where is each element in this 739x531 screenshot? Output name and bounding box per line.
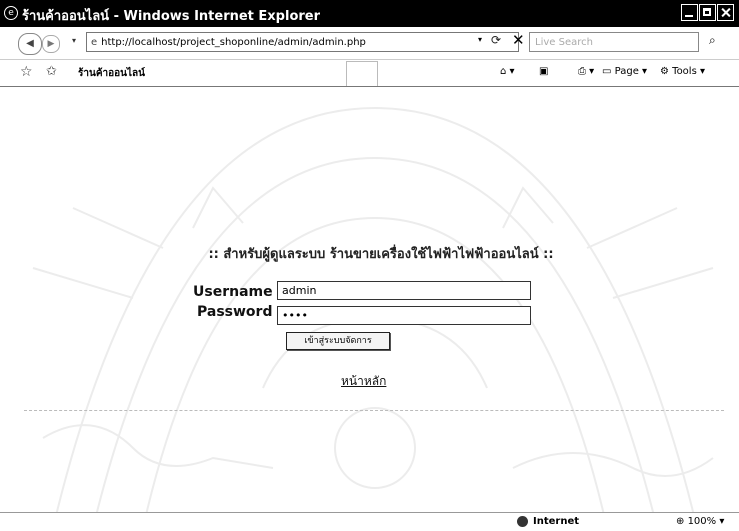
tab-label: ร้านค้าออนไลน์ — [78, 68, 145, 79]
zoom-level: 100% — [687, 516, 717, 527]
back-icon[interactable]: ◀ — [18, 33, 42, 55]
address-row: ◀ ▶ ▾ e http://localhost/project_shoponli… — [0, 27, 739, 60]
divider — [24, 410, 724, 411]
globe-icon — [517, 516, 528, 527]
address-dropdown-icon[interactable]: ▾ — [478, 35, 482, 44]
search-input[interactable]: Live Search — [529, 32, 699, 52]
tools-menu[interactable]: ⚙ Tools ▾ — [660, 66, 705, 77]
tab-current[interactable]: ร้านค้าออนไลน์ — [78, 66, 145, 81]
ie-icon: e — [4, 6, 18, 20]
address-bar[interactable]: e http://localhost/project_shoponline/adm… — [86, 32, 519, 52]
username-field[interactable] — [277, 281, 531, 300]
maximize-button[interactable] — [699, 4, 716, 21]
security-zone: Internet — [533, 516, 580, 527]
login-submit-button[interactable]: เข้าสู่ระบบจัดการ — [286, 332, 390, 350]
print-icon[interactable]: ⎙ ▾ — [578, 66, 594, 77]
command-bar: ☆ ✩ ร้านค้าออนไลน์ ⌂ ▾ ▣ ⎙ ▾ ▭ Page ▾ ⚙ … — [0, 60, 739, 87]
address-url: http://localhost/project_shoponline/admi… — [101, 37, 366, 48]
feeds-icon[interactable]: ▣ — [539, 66, 548, 77]
favorites-star-icon[interactable]: ☆ — [20, 64, 33, 80]
refresh-icon[interactable]: ⟳ — [491, 33, 501, 47]
forward-icon[interactable]: ▶ — [42, 35, 60, 53]
login-title: :: สำหรับผู้ดูแลระบบ ร้านขายเครื่องใช้ไฟ… — [208, 247, 554, 262]
tools-menu-label: Tools — [672, 66, 697, 77]
status-bar: Internet ⊕ 100% ▾ — [0, 512, 739, 531]
home-icon[interactable]: ⌂ ▾ — [500, 66, 515, 77]
close-button[interactable] — [717, 4, 734, 21]
minimize-button[interactable] — [681, 4, 698, 21]
window-title: ร้านค้าออนไลน์ - Windows Internet Explor… — [22, 9, 321, 24]
stop-icon[interactable]: ✕ — [512, 31, 525, 49]
page-menu-label: Page — [614, 66, 639, 77]
history-dropdown-icon[interactable]: ▾ — [72, 36, 76, 45]
password-label: Password : — [197, 304, 283, 320]
search-icon[interactable]: ⌕ — [709, 33, 716, 48]
zoom-control[interactable]: ⊕ 100% ▾ — [676, 516, 724, 527]
password-field[interactable]: •••• — [277, 306, 531, 325]
add-favorites-icon[interactable]: ✩ — [46, 64, 57, 79]
page-icon: e — [91, 37, 98, 48]
title-bar: e ร้านค้าออนไลน์ - Windows Internet Expl… — [0, 0, 739, 27]
home-link[interactable]: หน้าหลัก — [341, 372, 386, 391]
new-tab-button[interactable] — [346, 61, 378, 86]
username-label: Username : — [193, 284, 284, 300]
page-menu[interactable]: ▭ Page ▾ — [602, 66, 647, 77]
